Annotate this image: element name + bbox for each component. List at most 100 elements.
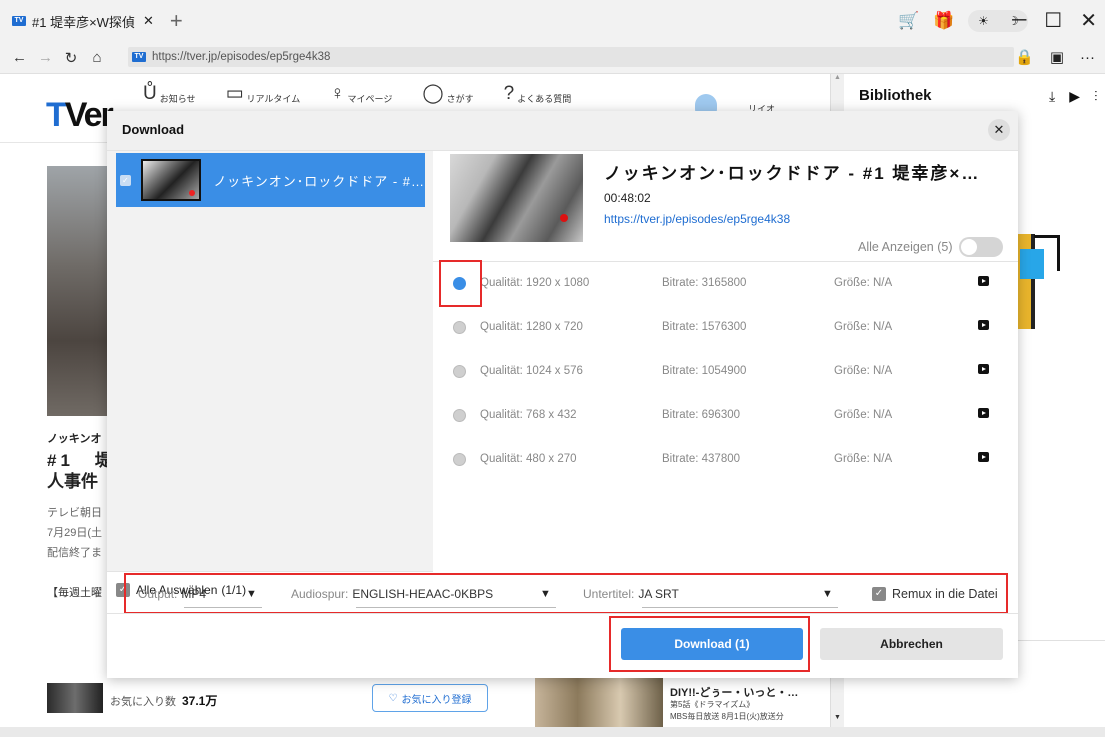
audio-track-select[interactable]: Audiospur: ENGLISH-HEAAC-0KBPS <box>291 587 493 601</box>
tver-logo[interactable]: TVer <box>46 96 114 135</box>
video-icon[interactable]: ▶ <box>1069 88 1080 105</box>
footer-divider <box>107 613 1018 614</box>
list-divider <box>107 571 433 572</box>
nav-label: よくある質問 <box>517 94 572 104</box>
output-label: Output: <box>138 586 178 601</box>
quality-radio[interactable] <box>453 364 466 378</box>
download-icon[interactable]: ⤓ <box>1049 88 1055 105</box>
subtitle-underline <box>642 607 838 608</box>
episode-thumbnail[interactable] <box>47 683 103 713</box>
nav-mypage[interactable]: ♀ マイページ <box>330 82 392 105</box>
output-underline <box>184 607 262 608</box>
play-icon[interactable] <box>978 276 989 286</box>
scroll-up-icon[interactable]: ▲ <box>834 74 841 81</box>
output-options-bar: Output: MP4 ▼ Audiospur: ENGLISH-HEAAC-0… <box>124 573 1008 614</box>
tab-close-icon[interactable]: ✕ <box>143 13 154 29</box>
logo-ver: Ver <box>64 96 114 134</box>
show-all-toggle[interactable]: Alle Anzeigen (5) <box>858 237 1003 257</box>
quality-row[interactable]: Qualität: 480 x 270 Bitrate: 437800 Größ… <box>441 437 1001 481</box>
reload-icon[interactable]: ↻ <box>64 49 78 67</box>
subtitle-label: Untertitel: <box>583 586 635 601</box>
audio-underline <box>356 607 556 608</box>
favorite-button[interactable]: ♡ お気に入り登録 <box>372 684 488 712</box>
url-field[interactable]: TV https://tver.jp/episodes/ep5rge4k38 <box>128 47 1014 67</box>
home-icon[interactable]: ⌂ <box>90 49 104 66</box>
hero-broadcaster: テレビ朝日 <box>47 507 102 519</box>
forward-icon[interactable]: → <box>38 49 53 66</box>
more-menu-icon[interactable]: ··· <box>1080 49 1095 66</box>
quality-bitrate: Bitrate: 437800 <box>662 453 741 465</box>
tver-favicon-icon: TV <box>12 16 26 26</box>
dialog-title: Download <box>122 122 185 137</box>
item-checkbox[interactable]: ✓ <box>120 174 131 186</box>
quality-row[interactable]: Qualität: 1024 x 576 Bitrate: 1054900 Gr… <box>441 349 1001 393</box>
tab-title: #1 堤幸彦×W探偵 <box>32 14 135 30</box>
url-favicon-icon: TV <box>132 52 146 62</box>
output-select[interactable]: Output: MP4 <box>138 587 206 601</box>
back-icon[interactable]: ← <box>12 49 27 66</box>
detail-thumbnail <box>450 154 583 242</box>
remux-label: Remux in die Datei <box>892 586 998 601</box>
gift-icon[interactable]: 🎁 <box>933 11 954 31</box>
video-list-item[interactable]: ✓ ノッキンオン･ロックドドア - #… <box>116 153 425 207</box>
toggle-switch[interactable] <box>958 237 1003 257</box>
chevron-down-icon[interactable]: ▼ <box>822 588 833 600</box>
download-manager-icon[interactable]: ▣ <box>1050 48 1064 66</box>
quality-row[interactable]: Qualität: 768 x 432 Bitrate: 696300 Größ… <box>441 393 1001 437</box>
dialog-close-button[interactable]: ✕ <box>988 119 1010 141</box>
chevron-down-icon[interactable]: ▼ <box>246 588 257 600</box>
cancel-button[interactable]: Abbrechen <box>820 628 1003 660</box>
cart-icon[interactable]: 🛒 <box>898 11 919 31</box>
dialog-header: Download ✕ <box>107 111 1018 151</box>
quality-radio[interactable] <box>453 320 466 334</box>
play-icon[interactable] <box>978 320 989 330</box>
nav-notifications[interactable]: Ů お知らせ <box>143 82 196 105</box>
site-nav: Ů お知らせ ▭ リアルタイム ♀ マイページ ◯ さがす ? よくある質問 <box>143 82 571 105</box>
download-button[interactable]: Download (1) <box>621 628 803 660</box>
audio-icon[interactable]: ⫶ <box>1094 88 1098 105</box>
extension-icons: 🛒 🎁 ☀ ☽ <box>898 10 1029 32</box>
quality-row[interactable]: Qualität: 1920 x 1080 Bitrate: 3165800 G… <box>441 261 1001 305</box>
chevron-down-icon[interactable]: ▼ <box>540 588 551 600</box>
nav-label: お知らせ <box>159 94 196 104</box>
detail-title: ノッキンオン･ロックドドア - #1 堤幸彦×… <box>604 164 981 183</box>
promo-title[interactable]: DIY!!-どぅー・いっと・… <box>670 684 798 700</box>
status-bar <box>0 727 1105 737</box>
quality-radio[interactable] <box>453 408 466 422</box>
address-bar: ← → ↻ ⌂ TV https://tver.jp/episodes/ep5r… <box>0 42 1105 74</box>
nav-realtime[interactable]: ▭ リアルタイム <box>226 82 301 105</box>
bell-icon: Ů <box>143 83 157 104</box>
subtitle-select[interactable]: Untertitel: JA SRT <box>583 587 679 601</box>
address-bar-actions: 🔒 ▣ ··· <box>1015 48 1095 67</box>
window-controls: ─ ☐ ✕ <box>1012 8 1097 33</box>
play-icon[interactable] <box>978 364 989 374</box>
quality-resolution: Qualität: 1280 x 720 <box>480 321 583 333</box>
maximize-icon[interactable]: ☐ <box>1044 8 1062 33</box>
remux-checkbox[interactable]: ✓ Remux in die Datei <box>872 586 998 601</box>
lock-icon[interactable]: 🔒 <box>1015 48 1034 66</box>
quality-row[interactable]: Qualität: 1280 x 720 Bitrate: 1576300 Gr… <box>441 305 1001 349</box>
item-title: ノッキンオン･ロックドドア - #… <box>213 173 425 189</box>
tv-icon: ▭ <box>225 83 244 104</box>
help-icon: ? <box>503 83 515 104</box>
quality-size: Größe: N/A <box>834 453 893 465</box>
scroll-down-icon[interactable]: ▼ <box>834 714 841 721</box>
nav-faq[interactable]: ? よくある質問 <box>504 82 572 105</box>
audio-label: Audiospur: <box>291 586 349 601</box>
play-icon[interactable] <box>978 408 989 418</box>
check-icon: ✓ <box>872 586 886 601</box>
play-icon[interactable] <box>978 452 989 462</box>
minimize-icon[interactable]: ─ <box>1012 9 1026 32</box>
quality-radio[interactable] <box>453 452 466 466</box>
library-toolbar: ⤓ ▶ ⫶ <box>1049 88 1097 105</box>
audio-value: ENGLISH-HEAAC-0KBPS <box>352 586 494 601</box>
favorite-button-label: お気に入り登録 <box>401 694 472 706</box>
logo-t: T <box>46 96 67 134</box>
new-tab-button[interactable]: + <box>170 10 183 32</box>
quality-bitrate: Bitrate: 3165800 <box>662 277 747 289</box>
detail-url-link[interactable]: https://tver.jp/episodes/ep5rge4k38 <box>604 212 790 226</box>
window-close-icon[interactable]: ✕ <box>1080 8 1097 33</box>
download-dialog: Download ✕ ✓ ノッキンオン･ロックドドア - #… ✓ Alle A… <box>107 111 1018 678</box>
browser-tab[interactable]: TV #1 堤幸彦×W探偵 ✕ <box>0 6 162 36</box>
nav-search[interactable]: ◯ さがす <box>422 82 473 105</box>
